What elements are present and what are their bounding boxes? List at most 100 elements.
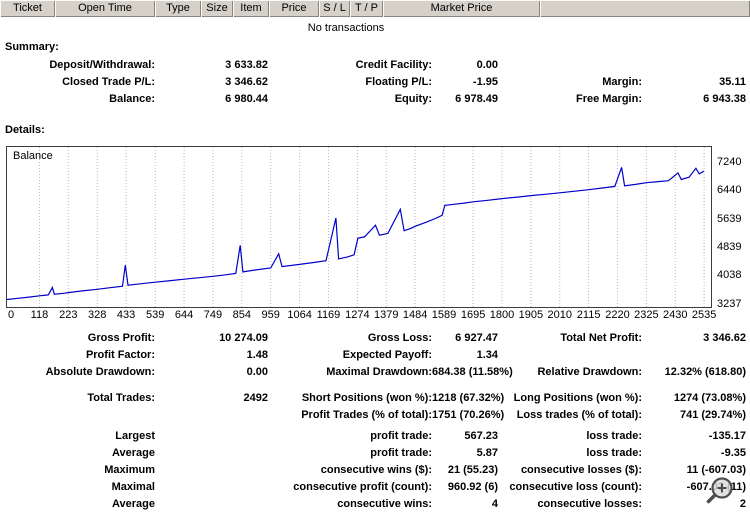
- header-cell-filler: [540, 0, 750, 17]
- value: 0.00: [246, 366, 268, 378]
- label: [500, 57, 642, 74]
- label: consecutive profit (count):: [293, 481, 432, 493]
- value: 4: [491, 498, 498, 510]
- data-row: Maximal consecutive profit (count): 960.92…: [0, 479, 748, 496]
- label: Maximal Drawdown:: [326, 366, 432, 378]
- data-row: Average profit trade: 5.87 loss trade: -9.35: [0, 445, 748, 462]
- x-axis-label: 2430: [663, 309, 688, 321]
- x-axis-label: 2115: [576, 309, 601, 321]
- x-axis-label: 1589: [431, 309, 457, 321]
- x-axis-label: 2010: [547, 309, 572, 321]
- label: Closed Trade P/L:: [62, 76, 155, 88]
- value: 3 633.82: [225, 59, 268, 71]
- label: Balance:: [109, 93, 155, 105]
- label: Total Net Profit:: [560, 332, 642, 344]
- label: Margin:: [602, 76, 642, 88]
- label: Gross Profit:: [87, 332, 155, 344]
- value: 6 978.49: [455, 93, 498, 105]
- x-axis-label: 1379: [373, 309, 399, 321]
- label: profit trade:: [370, 447, 432, 459]
- value: [155, 462, 270, 479]
- no-transactions-text: No transactions: [307, 22, 385, 34]
- label: Total Trades:: [87, 392, 155, 404]
- label: loss trade:: [586, 447, 642, 459]
- header-cell-price: Price: [269, 0, 319, 17]
- value: 2492: [243, 392, 268, 404]
- label: Credit Facility:: [355, 59, 432, 71]
- value: 567.23: [464, 430, 498, 442]
- value: 3 346.62: [225, 76, 268, 88]
- value: 1.48: [246, 349, 268, 361]
- x-axis-label: 749: [203, 309, 223, 321]
- balance-line: [7, 167, 705, 301]
- data-row: Maximum consecutive wins ($): 21 (55.23) co…: [0, 462, 748, 479]
- label: Maximal: [111, 481, 155, 493]
- x-axis-label: 433: [116, 309, 136, 321]
- x-axis-label: 2325: [634, 309, 659, 321]
- label: consecutive wins ($):: [320, 464, 432, 476]
- label: Long Positions (won %):: [513, 392, 642, 404]
- label: Short Positions (won %):: [301, 392, 432, 404]
- value: -1.95: [472, 76, 498, 88]
- value: -135.17: [708, 430, 746, 442]
- value: 1218 (67.32%): [432, 392, 505, 404]
- y-axis-label: 7240: [717, 155, 742, 168]
- label: Relative Drawdown:: [537, 366, 642, 378]
- data-row: Closed Trade P/L: 3 346.62 Floating P/L: -1…: [0, 74, 748, 91]
- chart-y-axis: 7240 6440 5639 4839 4038 3237: [717, 146, 750, 309]
- x-axis-label: 1905: [518, 309, 544, 321]
- value: [642, 347, 748, 364]
- label: Floating P/L:: [365, 76, 432, 88]
- data-row: Average consecutive wins: 4 consecutive los…: [0, 496, 748, 513]
- x-axis-label: 223: [59, 309, 78, 321]
- header-cell-type: Type: [155, 0, 201, 17]
- stats-grid: Gross Profit: 10 274.09 Gross Loss: 6 927.4…: [0, 330, 748, 513]
- value: 684.38 (11.58%): [432, 366, 513, 378]
- value: 6 943.38: [703, 93, 746, 105]
- value: [155, 479, 270, 496]
- x-axis-label: 644: [174, 309, 194, 321]
- header-cell-open-time: Open Time: [55, 0, 155, 17]
- x-axis-label: 0: [8, 309, 15, 321]
- value: 741 (29.74%): [679, 409, 746, 421]
- label: Absolute Drawdown:: [45, 366, 155, 378]
- value: [155, 428, 270, 445]
- chart-series-label: Balance: [13, 150, 53, 162]
- label: Deposit/Withdrawal:: [49, 59, 155, 71]
- value: 1.34: [476, 349, 498, 361]
- label: consecutive losses:: [537, 498, 642, 510]
- value: 21 (55.23): [447, 464, 498, 476]
- header-cell-ticket: Ticket: [0, 0, 55, 17]
- x-axis-label: 1695: [460, 309, 486, 321]
- label: Gross Loss:: [367, 332, 432, 344]
- zoom-in-icon[interactable]: [704, 476, 736, 508]
- value: 5.87: [476, 447, 498, 459]
- x-axis-label: 1064: [287, 309, 312, 321]
- label: Average: [111, 498, 155, 510]
- y-axis-label: 4038: [717, 269, 742, 282]
- data-row: Gross Profit: 10 274.09 Gross Loss: 6 927.4…: [0, 330, 748, 347]
- x-axis-label: 854: [232, 309, 252, 321]
- label: [500, 347, 642, 364]
- value: 6 980.44: [225, 93, 268, 105]
- x-axis-label: 2220: [605, 309, 630, 321]
- x-axis-label: 328: [88, 309, 107, 321]
- label: loss trade:: [586, 430, 642, 442]
- value: [642, 57, 748, 74]
- header-cell-tp: T / P: [350, 0, 383, 17]
- value: 10 274.09: [219, 332, 268, 344]
- label: Profit Factor:: [85, 349, 155, 361]
- data-row: Profit Factor: 1.48 Expected Payoff: 1.34: [0, 347, 748, 364]
- table-header: Ticket Open Time Type Size Item Price S / LT /…: [0, 0, 750, 17]
- x-axis-label: 1274: [345, 309, 370, 321]
- label: consecutive losses ($):: [520, 464, 642, 476]
- label: Expected Payoff:: [342, 349, 432, 361]
- data-row: Balance: 6 980.44 Equity: 6 978.49 Free Marg…: [0, 91, 748, 108]
- data-row: Profit Trades (% of total): 1751 (70.26%)…: [0, 407, 748, 424]
- value: 1751 (70.26%): [432, 409, 505, 421]
- data-row: Total Trades: 2492 Short Positions (won %)…: [0, 390, 748, 407]
- x-axis-label: 1800: [489, 309, 515, 321]
- label: Maximum: [104, 464, 155, 476]
- label: Largest: [115, 430, 155, 442]
- x-axis-label: 2535: [691, 309, 717, 321]
